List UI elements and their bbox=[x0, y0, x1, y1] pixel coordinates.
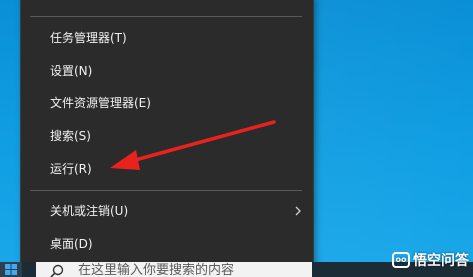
menu-item-label: 设置(N) bbox=[50, 64, 93, 78]
menu-item-label: 任务管理器(T) bbox=[50, 31, 127, 45]
menu-item-label: 运行(R) bbox=[50, 162, 92, 176]
watermark-logo-icon: oo bbox=[392, 252, 410, 268]
menu-item-search[interactable]: 搜索(S) bbox=[21, 122, 313, 150]
menu-item-label: 桌面(D) bbox=[50, 237, 93, 251]
menu-item-task-manager[interactable]: 任务管理器(T) bbox=[21, 24, 313, 52]
menu-item-file-explorer[interactable]: 文件资源管理器(E) bbox=[21, 89, 313, 117]
watermark: oo 悟空问答 bbox=[392, 249, 469, 271]
menu-separator bbox=[30, 190, 302, 191]
watermark-text: 悟空问答 bbox=[413, 253, 469, 269]
menu-item-label: 搜索(S) bbox=[50, 129, 91, 143]
menu-separator bbox=[30, 16, 302, 17]
search-placeholder: 在这里输入你要搜索的内容 bbox=[78, 263, 235, 277]
menu-item-settings[interactable]: 设置(N) bbox=[21, 57, 313, 85]
menu-item-run[interactable]: 运行(R) bbox=[21, 155, 313, 183]
chevron-right-icon bbox=[293, 197, 303, 225]
desktop: 任务管理器(T) 设置(N) 文件资源管理器(E) 搜索(S) 运行(R) 关机… bbox=[0, 0, 473, 277]
menu-item-shutdown-signout[interactable]: 关机或注销(U) bbox=[21, 197, 313, 225]
windows-logo-icon bbox=[5, 264, 17, 275]
menu-item-label: 文件资源管理器(E) bbox=[50, 96, 151, 110]
menu-item-desktop[interactable]: 桌面(D) bbox=[21, 230, 313, 258]
winx-context-menu: 任务管理器(T) 设置(N) 文件资源管理器(E) 搜索(S) 运行(R) 关机… bbox=[20, 0, 314, 268]
search-icon bbox=[50, 264, 64, 277]
taskbar-search-box[interactable]: 在这里输入你要搜索的内容 bbox=[36, 262, 312, 277]
menu-item-label: 关机或注销(U) bbox=[50, 204, 129, 218]
start-button[interactable] bbox=[0, 262, 22, 277]
